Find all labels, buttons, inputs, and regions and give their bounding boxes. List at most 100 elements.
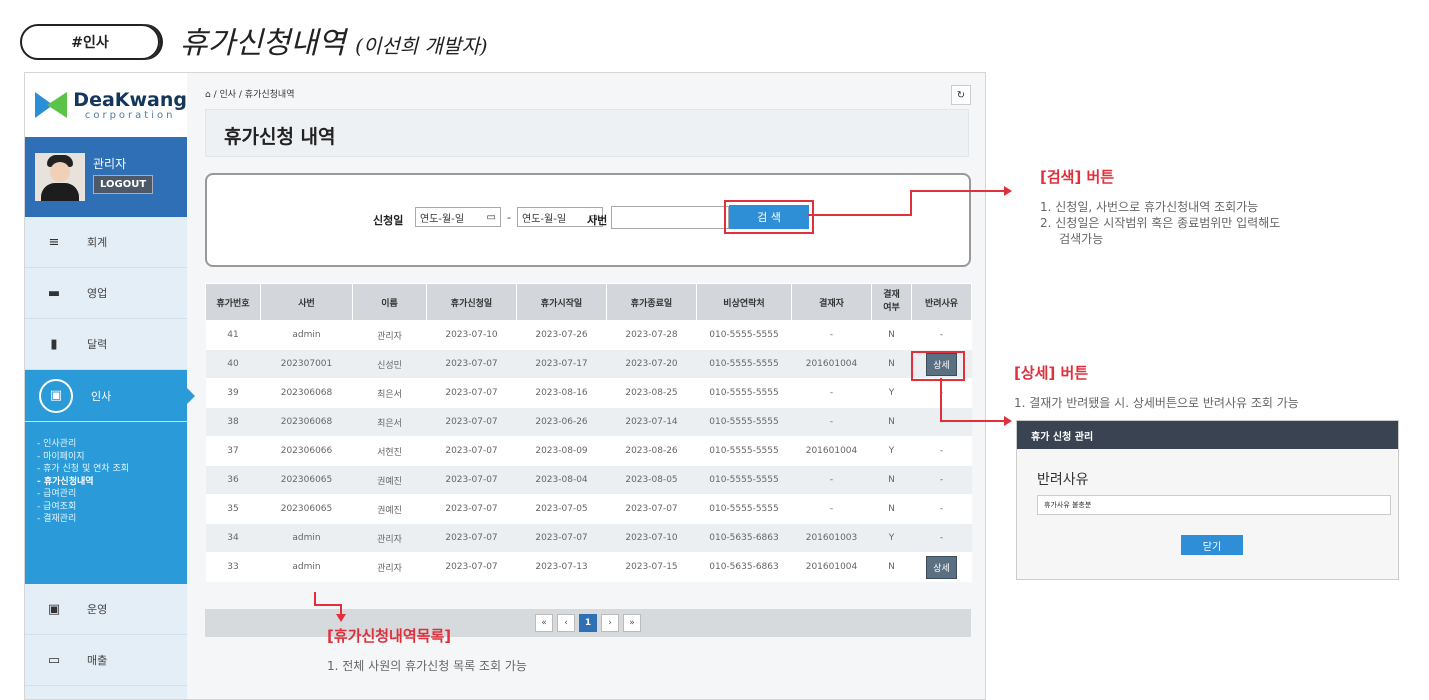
annotation-detail-title: [상세] 버튼 <box>1014 364 1089 382</box>
search-button-highlight <box>724 200 814 234</box>
submenu-item[interactable]: - 결재관리 <box>37 513 187 526</box>
sidebar-item-label: 회계 <box>87 236 108 249</box>
arrow-right-icon <box>1004 186 1012 196</box>
table-cell: 2023-07-07 <box>516 523 607 553</box>
sidebar-item-revenue[interactable]: ▭ 매출 <box>25 635 187 686</box>
col-header[interactable]: 휴가종료일 <box>606 283 697 321</box>
annotation-detail-line: 1. 결재가 반려됐을 시. 상세버튼으로 반려사유 조회 가능 <box>1014 396 1299 410</box>
sidebar-item-hr[interactable]: ▣ 인사 <box>25 370 195 422</box>
hr-submenu: - 인사관리 - 마이페이지 - 휴가 신청 및 연차 조회 - 휴가신청내역 … <box>25 422 187 584</box>
table-cell: 2023-07-07 <box>426 349 517 379</box>
col-header[interactable]: 비상연락처 <box>696 283 792 321</box>
col-header[interactable]: 휴가번호 <box>205 283 261 321</box>
sidebar-item-label: 영업 <box>87 287 108 300</box>
table-cell: - <box>791 407 872 437</box>
table-cell: 202306068 <box>260 378 353 408</box>
submenu-item[interactable]: - 휴가 신청 및 연차 조회 <box>37 463 187 476</box>
date-from-input[interactable]: 연도-월-일 ▭ <box>415 207 501 227</box>
table-cell: 2023-07-07 <box>426 465 517 495</box>
connector-line <box>940 420 1006 422</box>
table-cell: 010-5555-5555 <box>696 407 792 437</box>
sidebar-item-label: 인사 <box>91 389 112 403</box>
table-row: 40 202307001 신성민 2023-07-07 2023-07-17 2023-0… <box>205 349 972 379</box>
monitor-icon: ▭ <box>47 652 61 668</box>
col-header[interactable]: 반려사유 <box>911 283 972 321</box>
col-header[interactable]: 이름 <box>352 283 427 321</box>
table-cell: 202306068 <box>260 407 353 437</box>
table-cell: 41 <box>205 320 261 350</box>
table-cell: N <box>871 494 912 524</box>
table-cell: 010-5555-5555 <box>696 349 792 379</box>
refresh-icon[interactable]: ↻ <box>951 85 971 105</box>
table-cell: 2023-07-13 <box>516 552 607 582</box>
table-cell: 2023-07-10 <box>606 523 697 553</box>
table-cell: - <box>791 320 872 350</box>
table-cell: 최은서 <box>352 378 427 408</box>
detail-button[interactable]: 상세 <box>926 555 957 579</box>
table-cell: - <box>791 494 872 524</box>
submenu-item[interactable]: - 인사관리 <box>37 438 187 451</box>
table-cell: admin <box>260 523 353 553</box>
table-cell: 2023-08-04 <box>516 465 607 495</box>
last-page-button[interactable]: » <box>623 614 641 632</box>
sidebar-item-sales[interactable]: ▬ 영업 <box>25 268 187 319</box>
reject-reason-modal: 휴가 신청 관리 반려사유 휴가사유 불충분 닫기 <box>1016 420 1399 580</box>
table-cell: 35 <box>205 494 261 524</box>
emp-number-input[interactable] <box>611 206 729 229</box>
table-cell: 서현진 <box>352 436 427 466</box>
submenu-item-current[interactable]: - 휴가신청내역 <box>37 476 187 489</box>
table-row: 37 202306066 서현진 2023-07-07 2023-08-09 2023-0… <box>205 436 972 466</box>
truck-icon: ▬ <box>47 285 61 301</box>
close-button[interactable]: 닫기 <box>1181 535 1243 555</box>
sidebar-item-accounting[interactable]: ≡ 회계 <box>25 217 187 268</box>
table-cell: 2023-07-15 <box>606 552 697 582</box>
profile-name: 관리자 <box>93 157 127 171</box>
table-cell: Y <box>871 523 912 553</box>
leave-table: 휴가번호 사번 이름 휴가신청일 휴가시작일 휴가종료일 비상연락처 결재자 결… <box>205 283 972 609</box>
table-header-row: 휴가번호 사번 이름 휴가신청일 휴가시작일 휴가종료일 비상연락처 결재자 결… <box>205 283 972 321</box>
table-cell: N <box>871 465 912 495</box>
table-cell: Y <box>871 378 912 408</box>
first-page-button[interactable]: « <box>535 614 553 632</box>
prev-page-button[interactable]: ‹ <box>557 614 575 632</box>
home-icon[interactable]: ⌂ <box>205 90 211 100</box>
col-header[interactable]: 휴가시작일 <box>516 283 607 321</box>
connector-line <box>910 190 912 216</box>
table-row: 39 202306068 최은서 2023-07-07 2023-08-16 2023-0… <box>205 378 972 408</box>
submenu-item[interactable]: - 마이페이지 <box>37 451 187 464</box>
col-header[interactable]: 결재자 <box>791 283 872 321</box>
table-cell: 관리자 <box>352 552 427 582</box>
logo[interactable]: DeaKwang corporation <box>25 73 187 137</box>
page-button-current[interactable]: 1 <box>579 614 597 632</box>
table-cell: 34 <box>205 523 261 553</box>
table-cell: 010-5555-5555 <box>696 494 792 524</box>
app-window: DeaKwang corporation 관리자 LOGOUT ≡ 회계 ▬ 영… <box>24 72 986 700</box>
table-cell: admin <box>260 320 353 350</box>
connector-line <box>808 214 912 216</box>
annotation-search-line: 1. 신청일, 사번으로 휴가신청내역 조회가능 <box>1040 200 1259 214</box>
sidebar-item-label: 운영 <box>87 603 108 616</box>
table-cell: 2023-07-26 <box>516 320 607 350</box>
emp-label: 사번 <box>587 214 608 227</box>
logo-name: DeaKwang <box>73 88 187 111</box>
arrow-right-icon <box>1004 416 1012 426</box>
submenu-item[interactable]: - 급여관리 <box>37 488 187 501</box>
calendar-icon[interactable]: ▭ <box>487 212 496 223</box>
submenu-item[interactable]: - 급여조회 <box>37 501 187 514</box>
arrow-down-icon <box>336 614 346 622</box>
table-cell: 2023-07-05 <box>516 494 607 524</box>
col-header[interactable]: 결재 여부 <box>871 283 912 321</box>
reject-reason-field[interactable]: 휴가사유 불충분 <box>1037 495 1391 515</box>
table-cell: 201601004 <box>791 436 872 466</box>
table-cell: - <box>911 523 972 553</box>
col-header[interactable]: 휴가신청일 <box>426 283 517 321</box>
logout-button[interactable]: LOGOUT <box>93 175 154 194</box>
table-cell: 2023-07-14 <box>606 407 697 437</box>
table-cell: 2023-07-07 <box>426 378 517 408</box>
table-cell: 202307001 <box>260 349 353 379</box>
sidebar-item-operations[interactable]: ▣ 운영 <box>25 584 187 635</box>
next-page-button[interactable]: › <box>601 614 619 632</box>
table-cell: 010-5555-5555 <box>696 378 792 408</box>
col-header[interactable]: 사번 <box>260 283 353 321</box>
sidebar-item-calendar[interactable]: ▮ 달력 <box>25 319 187 370</box>
